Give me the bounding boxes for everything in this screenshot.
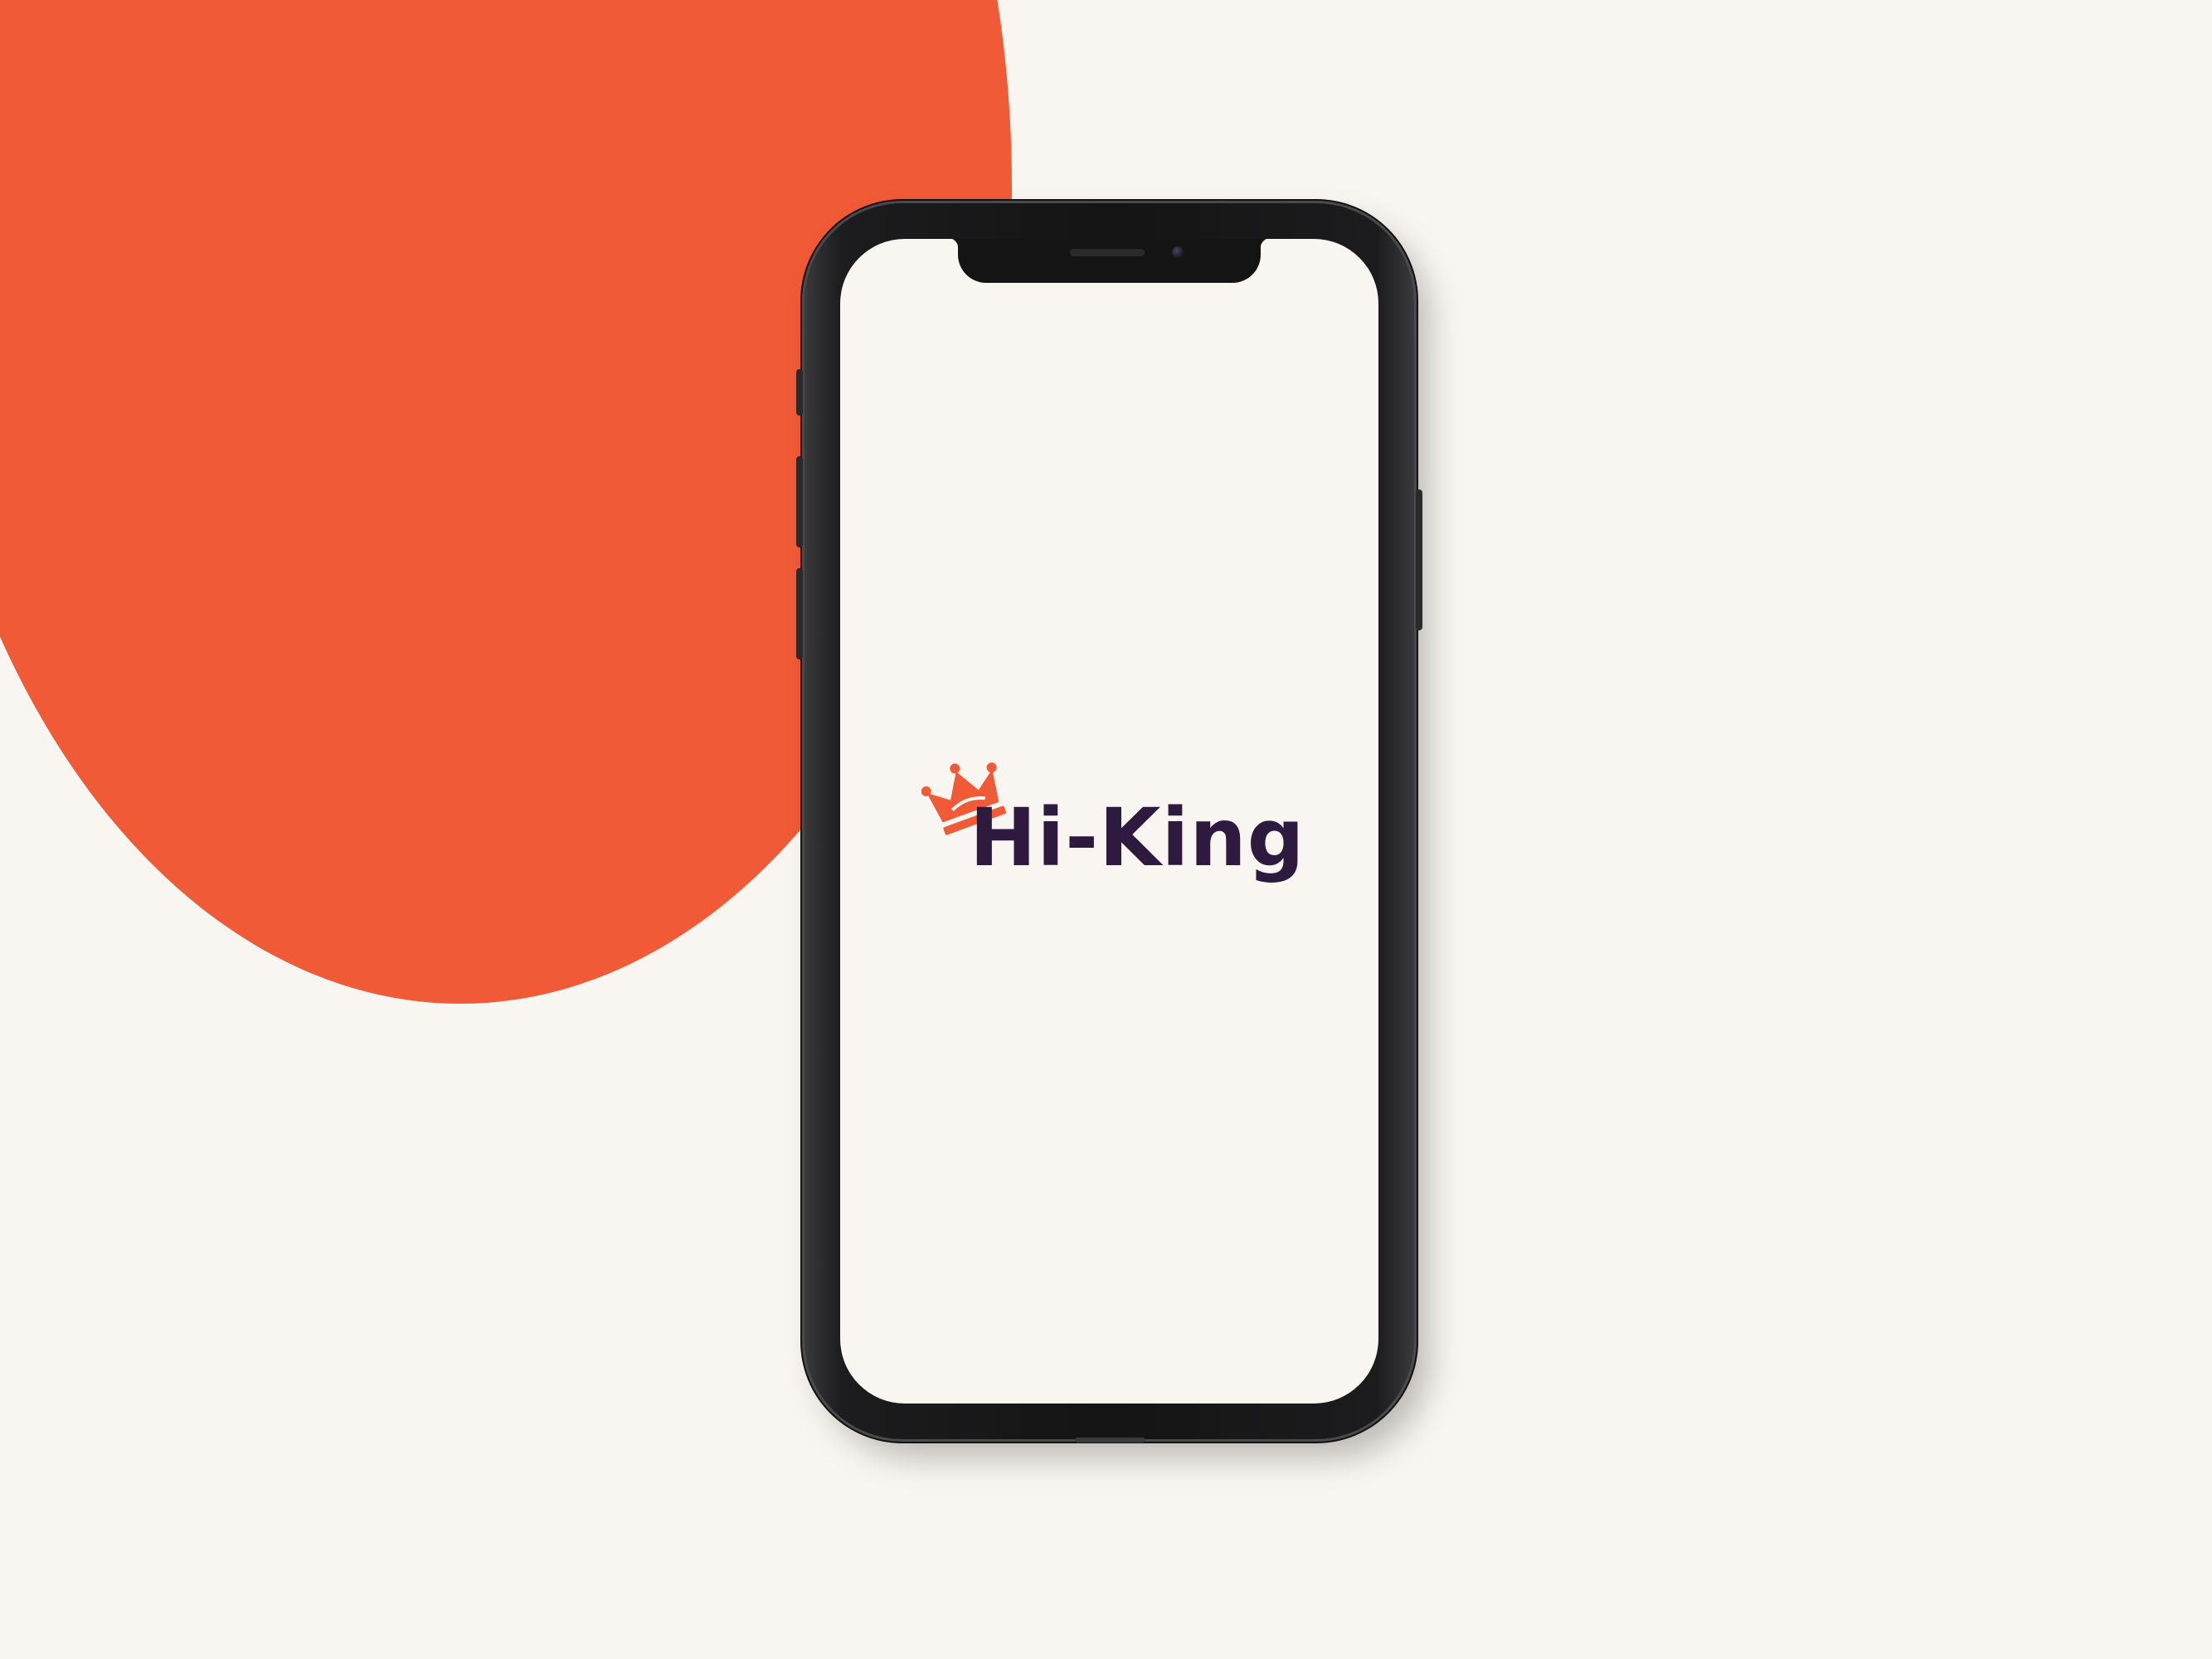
volume-down-button bbox=[796, 568, 803, 659]
logo-wordmark: Hi-King bbox=[970, 791, 1305, 884]
phone-mockup: Hi-King bbox=[796, 203, 1422, 1443]
speaker-grille bbox=[1070, 249, 1145, 256]
app-logo: Hi-King bbox=[921, 753, 1305, 902]
front-camera-icon bbox=[1172, 246, 1184, 258]
bottom-edge-highlight bbox=[1075, 1438, 1145, 1443]
mute-switch bbox=[796, 369, 803, 416]
phone-notch bbox=[947, 239, 1271, 283]
phone-screen: Hi-King bbox=[840, 239, 1378, 1404]
power-button bbox=[1416, 489, 1422, 630]
volume-up-button bbox=[796, 456, 803, 547]
